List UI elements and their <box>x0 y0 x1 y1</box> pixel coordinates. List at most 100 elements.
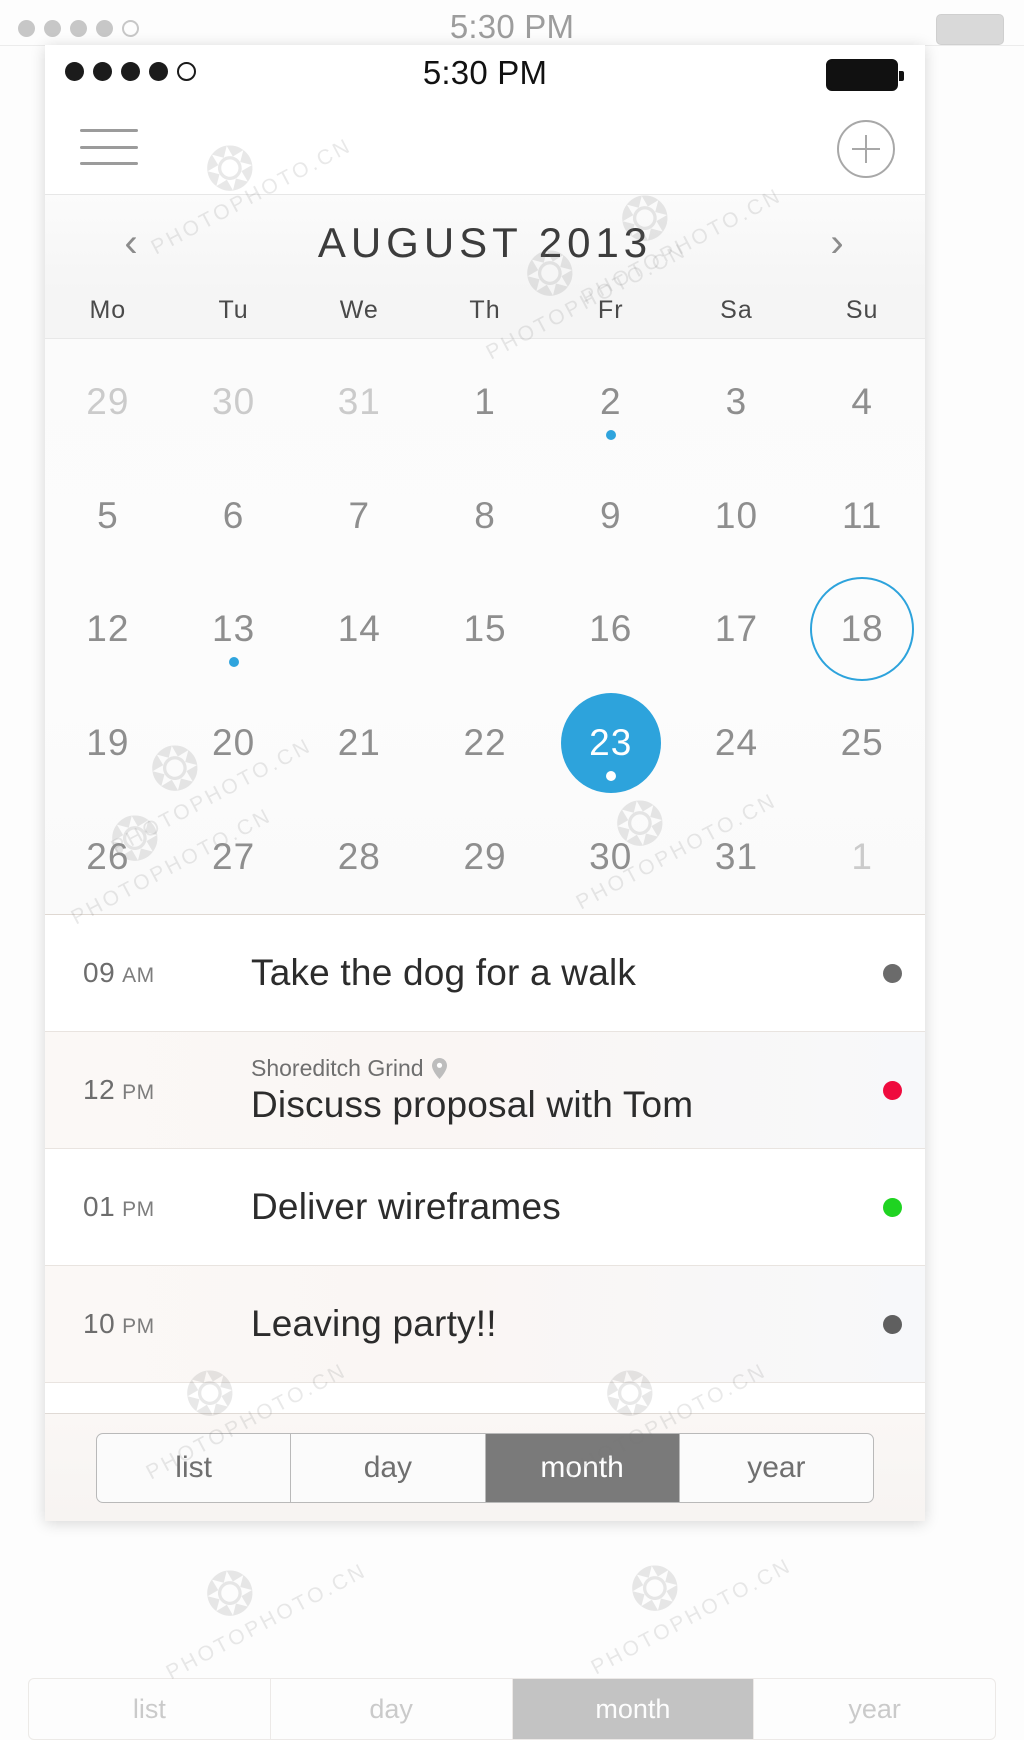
event-meridiem: PM <box>122 1315 155 1338</box>
calendar-day-18[interactable]: 18 <box>799 573 925 687</box>
event-body: Shoreditch Grind Discuss proposal with To… <box>251 1055 859 1126</box>
calendar-day-12[interactable]: 12 <box>45 573 171 687</box>
plus-circle-icon[interactable] <box>837 120 895 178</box>
page-title: AUGUST 2013 <box>317 219 653 266</box>
calendar-day-26[interactable]: 26 <box>45 800 171 914</box>
calendar-day-number: 30 <box>589 836 633 878</box>
agenda-event-row[interactable]: 09 AM Take the dog for a walk <box>45 915 925 1032</box>
agenda-event-row[interactable]: 01 PM Deliver wireframes <box>45 1149 925 1266</box>
weekday-label-we: We <box>339 296 379 324</box>
calendar-day-1[interactable]: 1 <box>799 800 925 914</box>
agenda-event-row[interactable]: 12 PM Shoreditch Grind Discuss proposal wit… <box>45 1032 925 1149</box>
calendar-day-19[interactable]: 19 <box>45 686 171 800</box>
tab-list[interactable]: list <box>97 1433 292 1502</box>
weekday-header-row: Mo Tu We Th Fr Sa Su <box>45 291 925 339</box>
calendar-day-number: 8 <box>474 494 496 536</box>
calendar-day-10[interactable]: 10 <box>674 459 800 573</box>
menu-line <box>80 145 138 149</box>
calendar-day-number: 30 <box>212 380 256 422</box>
event-indicator-dot <box>605 429 616 440</box>
calendar-day-7[interactable]: 7 <box>296 459 422 573</box>
event-category-dot <box>859 1314 925 1334</box>
calendar-day-6[interactable]: 6 <box>171 459 297 573</box>
event-time: 12 PM <box>83 1074 251 1106</box>
calendar-day-30[interactable]: 30 <box>171 345 297 459</box>
calendar-day-31[interactable]: 31 <box>296 345 422 459</box>
calendar-week-row: 26 27 28 29 30 31 1 <box>45 800 925 914</box>
calendar-day-number: 23 <box>589 722 633 764</box>
calendar-day-number: 7 <box>348 494 371 536</box>
calendar-day-27[interactable]: 27 <box>171 800 297 914</box>
category-color-swatch <box>882 1197 902 1217</box>
weekday-label-th: Th <box>469 296 501 324</box>
calendar-day-number: 12 <box>86 608 130 650</box>
calendar-day-9[interactable]: 9 <box>548 459 674 573</box>
chevron-right-icon[interactable]: › <box>817 223 857 263</box>
calendar-day-13[interactable]: 13 <box>171 573 297 687</box>
calendar-day-25[interactable]: 25 <box>799 686 925 800</box>
phone-screen: 5:30 PM ‹ AUGUST 2013 › Mo Tu We Th Fr S… <box>45 45 925 1521</box>
event-time: 10 PM <box>83 1308 251 1340</box>
calendar-day-31[interactable]: 31 <box>674 800 800 914</box>
calendar-day-number: 26 <box>86 836 130 878</box>
map-pin-icon <box>431 1057 447 1079</box>
calendar-day-29[interactable]: 29 <box>45 345 171 459</box>
calendar-day-number: 1 <box>851 836 873 878</box>
calendar-week-row: 5 6 7 8 9 10 11 <box>45 459 925 573</box>
calendar-day-28[interactable]: 28 <box>296 800 422 914</box>
calendar-day-number: 1 <box>474 380 496 422</box>
weekday-label-tu: Tu <box>218 296 249 324</box>
tab-day[interactable]: day <box>291 1433 486 1502</box>
nav-bar <box>45 101 925 195</box>
calendar-day-number: 6 <box>222 494 245 536</box>
calendar-day-3[interactable]: 3 <box>674 345 800 459</box>
event-title: Take the dog for a walk <box>251 952 637 993</box>
calendar-grid: 29 30 31 1 2 3 4 5 6 7 8 9 10 11 12 13 14 15 16 17 18 19 20 21 2… <box>45 339 925 914</box>
calendar-day-8[interactable]: 8 <box>422 459 548 573</box>
month-header: ‹ AUGUST 2013 › <box>45 195 925 291</box>
tab-year[interactable]: year <box>680 1434 873 1502</box>
calendar-day-number: 10 <box>714 494 759 536</box>
calendar-day-number: 17 <box>714 608 759 650</box>
calendar-day-number: 25 <box>840 722 884 764</box>
segmented-control: list day month year <box>96 1432 874 1503</box>
calendar-day-number: 29 <box>463 836 507 878</box>
event-title: Discuss proposal with Tom <box>251 1083 694 1125</box>
event-location: Shoreditch Grind <box>251 1055 859 1082</box>
background-tab-list: list <box>29 1679 271 1739</box>
calendar-day-15[interactable]: 15 <box>422 573 548 687</box>
calendar-day-16[interactable]: 16 <box>548 573 674 687</box>
calendar-day-2[interactable]: 2 <box>548 345 674 459</box>
calendar-day-5[interactable]: 5 <box>45 459 171 573</box>
status-bar-clock: 5:30 PM <box>422 54 548 91</box>
calendar-day-22[interactable]: 22 <box>422 686 548 800</box>
calendar-day-23[interactable]: 23 <box>548 686 674 800</box>
battery-full-icon <box>826 59 904 91</box>
category-color-swatch <box>882 1314 902 1334</box>
calendar-day-1[interactable]: 1 <box>422 345 548 459</box>
event-time: 09 AM <box>83 957 251 989</box>
calendar-day-21[interactable]: 21 <box>296 686 422 800</box>
calendar-day-number: 21 <box>337 722 381 764</box>
calendar-week-row: 29 30 31 1 2 3 4 <box>45 345 925 459</box>
calendar-day-number: 29 <box>86 380 130 422</box>
calendar-day-17[interactable]: 17 <box>674 573 800 687</box>
category-color-swatch <box>882 963 902 983</box>
event-category-dot <box>859 963 925 983</box>
event-title: Leaving party!! <box>251 1303 497 1344</box>
agenda-event-row[interactable]: 10 PM Leaving party!! <box>45 1266 925 1383</box>
calendar-day-14[interactable]: 14 <box>296 573 422 687</box>
tab-month[interactable]: month <box>485 1433 680 1502</box>
calendar-day-30[interactable]: 30 <box>548 800 674 914</box>
hamburger-menu-icon[interactable] <box>80 125 138 169</box>
background-tab-year: year <box>848 1693 901 1724</box>
calendar-day-24[interactable]: 24 <box>674 686 800 800</box>
calendar-day-29[interactable]: 29 <box>422 800 548 914</box>
calendar-day-number: 24 <box>714 722 759 764</box>
calendar-day-4[interactable]: 4 <box>799 345 925 459</box>
calendar-day-11[interactable]: 11 <box>799 459 925 573</box>
calendar-day-number: 5 <box>97 494 119 536</box>
chevron-left-icon[interactable]: ‹ <box>111 223 151 263</box>
event-time: 01 PM <box>83 1191 251 1223</box>
calendar-day-20[interactable]: 20 <box>171 686 297 800</box>
